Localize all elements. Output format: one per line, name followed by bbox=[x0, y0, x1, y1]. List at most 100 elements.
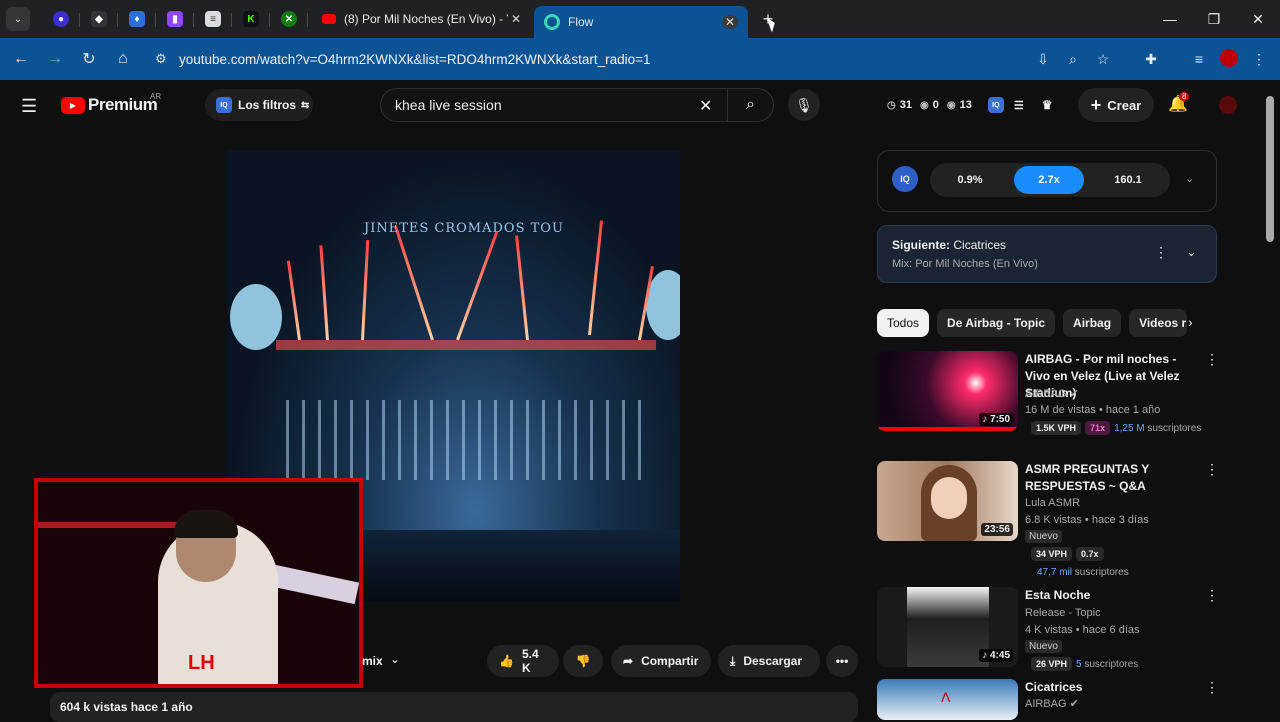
youtube-logo[interactable]: ▶ Premium AR bbox=[61, 92, 161, 115]
pinned-tab-2[interactable]: ◆ bbox=[80, 4, 118, 34]
video-title[interactable]: Cicatrices bbox=[1025, 679, 1203, 696]
region-label: AR bbox=[150, 92, 162, 101]
subs-num: 5 bbox=[1076, 659, 1082, 670]
list-item[interactable]: 23:56 ASMR PREGUNTAS Y RESPUESTAS ~ Q&A … bbox=[877, 461, 1219, 581]
download-icon: ⤓ bbox=[730, 653, 736, 668]
channel-name[interactable]: AIRBAG ✔ bbox=[1025, 697, 1079, 710]
share-button[interactable]: ➦ Compartir bbox=[611, 645, 711, 677]
verified-icon: ✔ bbox=[1069, 698, 1079, 710]
mult-badge: 71x bbox=[1085, 421, 1111, 435]
close-icon[interactable]: ✕ bbox=[508, 12, 524, 26]
more-vert-icon[interactable]: ⋮ bbox=[1205, 351, 1219, 368]
close-window-button[interactable]: ✕ bbox=[1236, 0, 1280, 38]
chevron-right-icon[interactable]: › bbox=[1188, 314, 1193, 330]
install-icon[interactable]: ⇩ bbox=[1028, 51, 1058, 68]
video-title[interactable]: Esta Noche bbox=[1025, 587, 1203, 604]
pinned-tab-3[interactable]: ♦ bbox=[118, 4, 156, 34]
iq-icon[interactable]: IQ bbox=[987, 97, 1004, 113]
channel-name[interactable]: Lula ASMR bbox=[1025, 497, 1080, 509]
share-label: Compartir bbox=[641, 654, 699, 668]
logo-text: Premium bbox=[88, 95, 158, 114]
site-info-icon[interactable]: ⚙ bbox=[155, 51, 167, 67]
pinned-tab-1[interactable]: ● bbox=[42, 4, 80, 34]
download-button[interactable]: ⤓ Descargar bbox=[718, 645, 820, 677]
video-meta: 4 K vistas • hace 6 días bbox=[1025, 624, 1140, 636]
tab-youtube[interactable]: (8) Por Mil Noches (En Vivo) - Y ✕ bbox=[312, 4, 534, 34]
profile-avatar[interactable] bbox=[1214, 48, 1244, 70]
new-badge: Nuevo bbox=[1025, 530, 1062, 543]
chip-videos[interactable]: Videos r bbox=[1129, 309, 1188, 337]
video-meta: 6.8 K vistas • hace 3 días bbox=[1025, 514, 1149, 526]
menu-icon[interactable]: ⋮ bbox=[1244, 51, 1274, 68]
create-button[interactable]: + Crear bbox=[1078, 88, 1154, 122]
scrollbar[interactable] bbox=[1266, 96, 1274, 242]
dislike-button[interactable]: 👎 bbox=[563, 645, 603, 677]
pinned-tab-6[interactable]: K bbox=[232, 4, 270, 34]
iq-metric-3[interactable]: 160.1 bbox=[1092, 166, 1164, 194]
pinned-tab-5[interactable]: ≡ bbox=[194, 4, 232, 34]
channel-name[interactable]: AIRBAG ✔ bbox=[1025, 387, 1079, 400]
pinned-tab-7[interactable]: ✕ bbox=[270, 4, 308, 34]
like-button[interactable]: 👍 5.4 K bbox=[487, 645, 559, 677]
duration-badge: 23:56 bbox=[981, 523, 1013, 536]
verified-icon: ✔ bbox=[1069, 388, 1079, 400]
chevron-down-icon[interactable]: ⌄ bbox=[1186, 244, 1197, 260]
up-next-card[interactable]: Siguiente: Cicatrices Mix: Por Mil Noche… bbox=[877, 225, 1217, 283]
tab-title: (8) Por Mil Noches (En Vivo) - Y bbox=[344, 12, 508, 26]
list-item[interactable]: ♪ 4:45 Esta Noche Release - Topic 4 K vi… bbox=[877, 587, 1219, 672]
search-input[interactable]: khea live session ✕ ⌕ bbox=[380, 88, 774, 122]
video-thumbnail[interactable]: 23:56 bbox=[877, 461, 1018, 541]
pinned-tab-4[interactable]: ▮ bbox=[156, 4, 194, 34]
subs-label: suscriptores bbox=[1074, 567, 1129, 578]
more-vert-icon[interactable]: ⋮ bbox=[1205, 679, 1219, 696]
search-button[interactable]: ⌕ bbox=[727, 89, 773, 121]
list-icon[interactable]: ☰ bbox=[1014, 99, 1024, 112]
xbox-icon: ✕ bbox=[281, 11, 297, 27]
more-vert-icon[interactable]: ⋮ bbox=[1154, 244, 1168, 261]
bookmark-star-icon[interactable]: ☆ bbox=[1088, 51, 1118, 68]
thumb-face bbox=[931, 477, 967, 519]
stat-b: 0 bbox=[932, 99, 939, 111]
list-item[interactable]: ♪ 7:50 AIRBAG - Por mil noches - Vivo en… bbox=[877, 351, 1219, 441]
led-strip bbox=[38, 522, 178, 528]
avatar[interactable] bbox=[1219, 96, 1237, 114]
video-title[interactable]: ASMR PREGUNTAS Y RESPUESTAS ~ Q&A bbox=[1025, 461, 1203, 495]
more-actions-button[interactable]: ••• bbox=[826, 645, 858, 677]
forward-button[interactable]: → bbox=[38, 50, 72, 68]
home-button[interactable]: ⌂ bbox=[106, 50, 140, 68]
iq-metric-2[interactable]: 2.7x bbox=[1014, 166, 1084, 194]
extensions-icon[interactable]: ✚ bbox=[1136, 51, 1166, 68]
chip-airbag-topic[interactable]: De Airbag - Topic bbox=[937, 309, 1056, 337]
trophy-icon[interactable]: ♛ bbox=[1042, 98, 1053, 112]
firework bbox=[361, 240, 370, 341]
chevron-down-icon[interactable]: ⌄ bbox=[390, 652, 400, 666]
hamburger-menu-icon[interactable]: ☰ bbox=[21, 96, 37, 117]
chip-airbag[interactable]: Airbag bbox=[1063, 309, 1122, 337]
minimize-button[interactable]: — bbox=[1148, 0, 1192, 38]
stage-edge bbox=[276, 340, 656, 350]
video-thumbnail[interactable]: Λ bbox=[877, 679, 1018, 720]
mix-label: mix bbox=[362, 654, 383, 668]
chevron-down-icon[interactable]: ⌄ bbox=[1185, 172, 1194, 185]
more-vert-icon[interactable]: ⋮ bbox=[1205, 587, 1219, 604]
channel-name[interactable]: Release - Topic bbox=[1025, 607, 1101, 619]
close-icon[interactable]: ✕ bbox=[722, 15, 738, 29]
clear-search-icon[interactable]: ✕ bbox=[699, 96, 712, 116]
microphone-icon[interactable]: 🎙 bbox=[788, 89, 820, 121]
media-icon[interactable]: ≡ bbox=[1184, 51, 1214, 67]
reload-button[interactable]: ↻ bbox=[72, 49, 106, 69]
maximize-button[interactable]: ❐ bbox=[1192, 0, 1236, 38]
tab-search-button[interactable]: ⌄ bbox=[6, 7, 30, 31]
video-thumbnail[interactable]: ♪ 7:50 bbox=[877, 351, 1018, 431]
filters-button[interactable]: IQ Los filtros ⇆ bbox=[205, 89, 313, 121]
zoom-icon[interactable]: ⌕ bbox=[1058, 51, 1088, 68]
chip-all[interactable]: Todos bbox=[877, 309, 930, 337]
more-vert-icon[interactable]: ⋮ bbox=[1205, 461, 1219, 478]
subs-num: 1,25 M bbox=[1114, 423, 1145, 434]
address-bar[interactable]: ⚙ youtube.com/watch?v=O4hrm2KWNXk&list=R… bbox=[147, 45, 1147, 73]
back-button[interactable]: ← bbox=[4, 50, 38, 68]
iq-metric-1[interactable]: 0.9% bbox=[934, 166, 1006, 194]
list-item[interactable]: Λ Cicatrices AIRBAG ✔ ⋮ bbox=[877, 679, 1219, 720]
tab-flow[interactable]: Flow ✕ bbox=[534, 6, 748, 38]
video-thumbnail[interactable]: ♪ 4:45 bbox=[877, 587, 1018, 667]
